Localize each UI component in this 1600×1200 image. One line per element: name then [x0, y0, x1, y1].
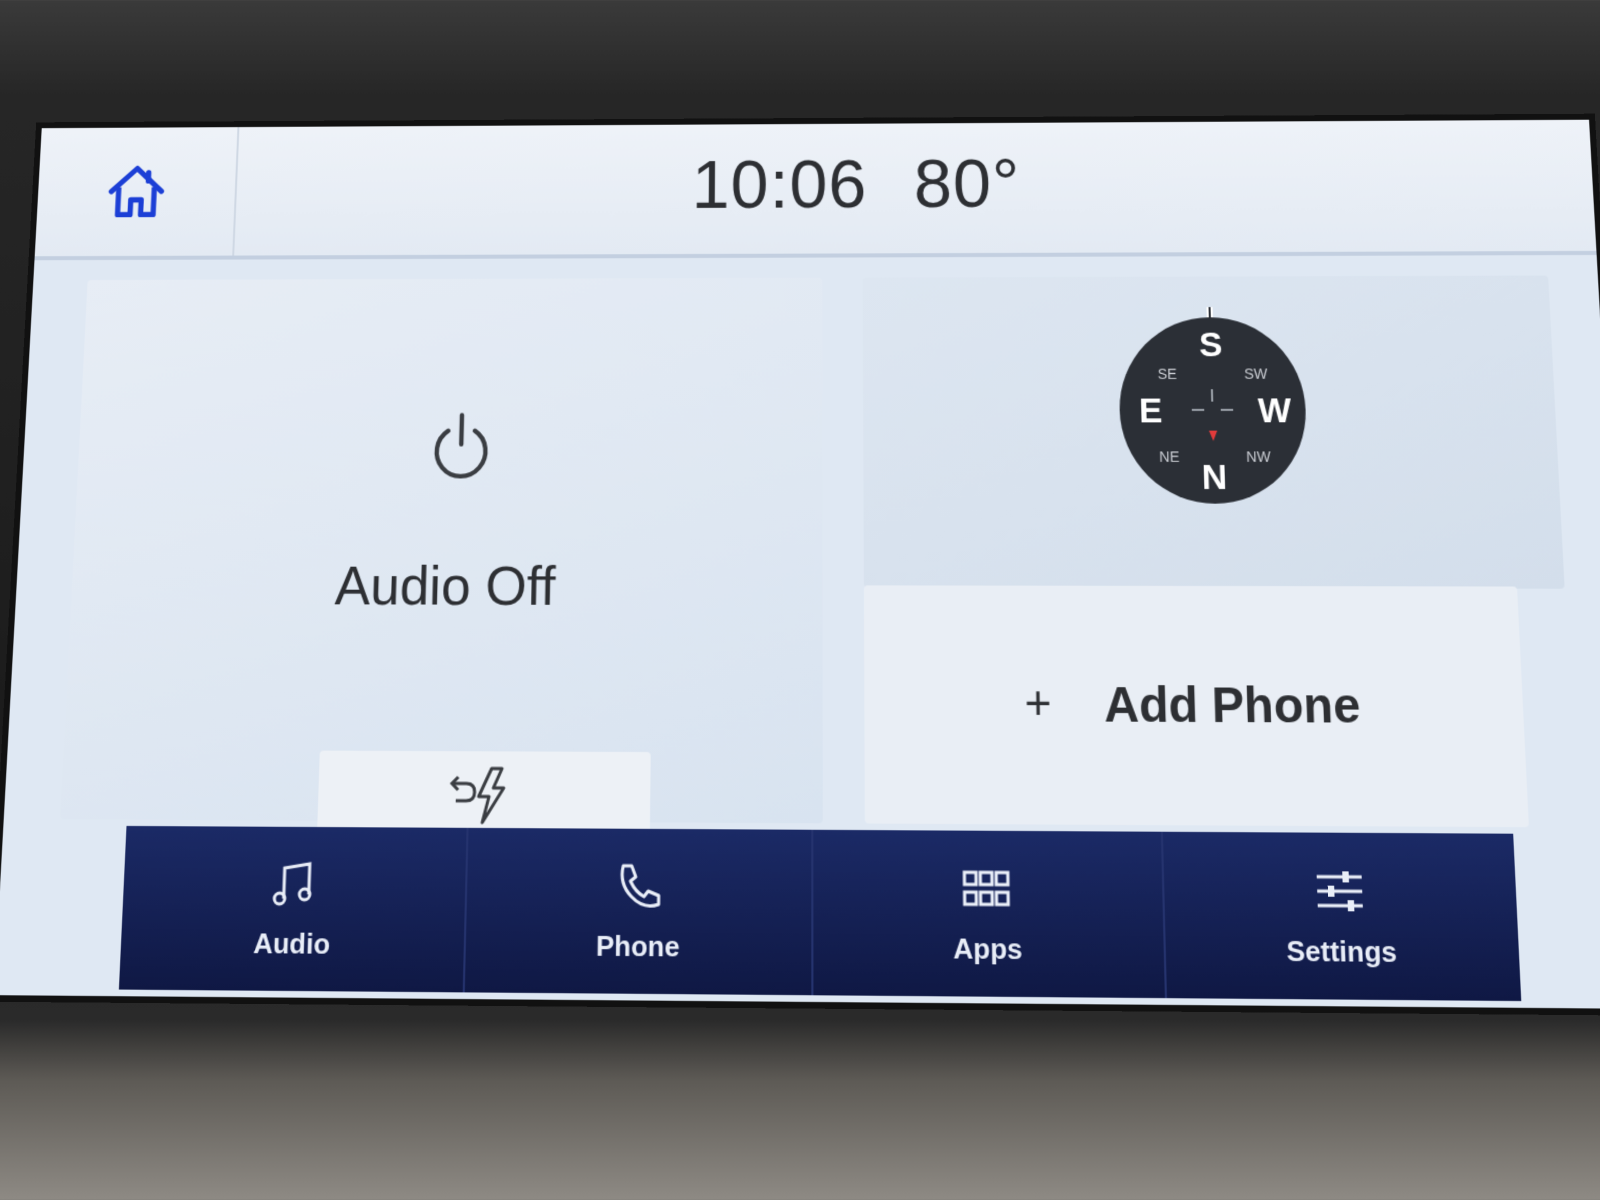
audio-status-label: Audio Off — [334, 556, 556, 618]
home-button[interactable] — [34, 127, 240, 257]
power-icon — [425, 411, 498, 483]
nav-phone[interactable]: Phone — [464, 827, 814, 996]
sliders-icon — [1312, 863, 1368, 919]
nav-phone-label: Phone — [595, 928, 680, 963]
compass-e: E — [1138, 392, 1162, 431]
wireless-charge-icon — [447, 762, 521, 827]
grid-icon — [960, 861, 1014, 916]
compass-sw: SW — [1244, 365, 1268, 382]
nav-settings[interactable]: Settings — [1162, 832, 1521, 1001]
home-content: Audio Off S SW W NW N NE E SE + Add Phon… — [4, 255, 1600, 839]
music-note-icon — [267, 857, 321, 912]
nav-settings-label: Settings — [1285, 933, 1398, 969]
compass-n: N — [1201, 458, 1228, 497]
clock-temperature-display: 10:06 80° — [691, 145, 1021, 224]
wireless-charging-button[interactable] — [316, 750, 651, 839]
compass-s: S — [1198, 326, 1222, 364]
clock: 10:06 — [691, 146, 868, 223]
home-icon — [101, 158, 171, 225]
nav-apps-label: Apps — [953, 931, 1023, 966]
outside-temperature: 80° — [913, 145, 1022, 223]
compass-nw: NW — [1246, 448, 1271, 465]
nav-audio[interactable]: Audio — [118, 825, 469, 993]
bottom-nav: Audio Phone Apps Settings — [118, 825, 1522, 1002]
nav-audio-label: Audio — [252, 926, 331, 960]
phone-icon — [612, 859, 665, 914]
infotainment-screen: 10:06 80° Audio Off S SW W NW N NE E SE … — [0, 119, 1600, 1009]
compass-w: W — [1257, 392, 1292, 431]
compass-se: SE — [1157, 365, 1177, 382]
compass-ne: NE — [1159, 448, 1180, 465]
plus-icon: + — [1024, 677, 1052, 731]
compass-icon: S SW W NW N NE E SE — [1117, 307, 1309, 504]
status-bar: 10:06 80° — [34, 119, 1597, 261]
audio-tile[interactable]: Audio Off — [60, 277, 823, 839]
add-phone-tile[interactable]: + Add Phone — [863, 585, 1529, 828]
nav-apps[interactable]: Apps — [813, 829, 1167, 999]
add-phone-label: Add Phone — [1103, 676, 1362, 734]
compass-tile[interactable]: S SW W NW N NE E SE — [862, 275, 1565, 589]
